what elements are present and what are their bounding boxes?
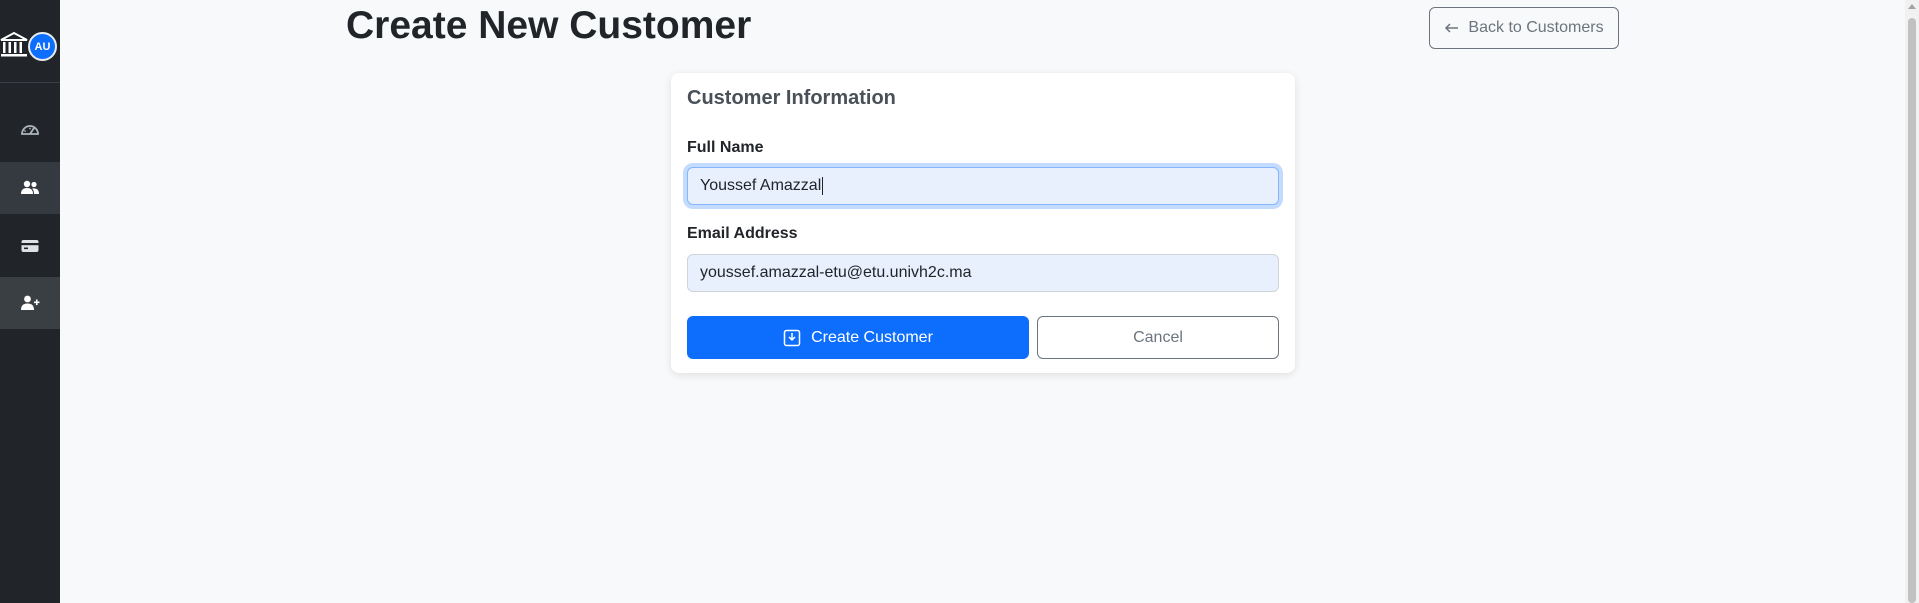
cancel-button[interactable]: Cancel <box>1037 316 1279 359</box>
app-root: AU Create New Customer Back to Customers… <box>0 0 1919 603</box>
scroll-up-arrow-icon[interactable] <box>1908 4 1916 9</box>
page-scrollbar[interactable] <box>1905 0 1919 603</box>
full-name-label: Full Name <box>687 139 764 156</box>
text-caret <box>822 177 824 195</box>
email-label: Email Address <box>687 225 798 242</box>
save-icon <box>783 329 801 346</box>
back-to-customers-button[interactable]: Back to Customers <box>1429 7 1619 49</box>
email-value: youssef.amazzal-etu@etu.univh2c.ma <box>700 264 972 281</box>
arrow-left-icon <box>1445 23 1459 33</box>
sidebar-divider <box>0 82 60 83</box>
full-name-input[interactable]: Youssef Amazzal <box>687 167 1279 205</box>
sidebar: AU <box>0 0 60 603</box>
cancel-label: Cancel <box>1133 328 1183 346</box>
dashboard-icon <box>21 125 39 135</box>
create-customer-button[interactable]: Create Customer <box>687 316 1029 359</box>
sidebar-item-new-customer[interactable] <box>0 277 60 329</box>
sidebar-item-dashboard[interactable] <box>0 104 60 156</box>
brand: AU <box>0 24 60 68</box>
sidebar-item-customers[interactable] <box>0 162 60 214</box>
create-customer-label: Create Customer <box>811 328 933 346</box>
accounts-card-icon <box>21 240 39 252</box>
card-title: Customer Information <box>687 87 896 109</box>
customers-icon <box>21 180 39 194</box>
back-button-label: Back to Customers <box>1468 19 1604 36</box>
scroll-thumb[interactable] <box>1908 18 1916 603</box>
add-user-icon <box>21 295 40 310</box>
customer-form-card: Customer Information Full Name Youssef A… <box>671 73 1295 373</box>
avatar[interactable]: AU <box>28 32 57 61</box>
full-name-value: Youssef Amazzal <box>700 177 822 194</box>
page-title: Create New Customer <box>346 4 752 47</box>
sidebar-item-accounts[interactable] <box>0 220 60 272</box>
email-input[interactable]: youssef.amazzal-etu@etu.univh2c.ma <box>687 254 1279 292</box>
bank-icon <box>0 31 28 57</box>
